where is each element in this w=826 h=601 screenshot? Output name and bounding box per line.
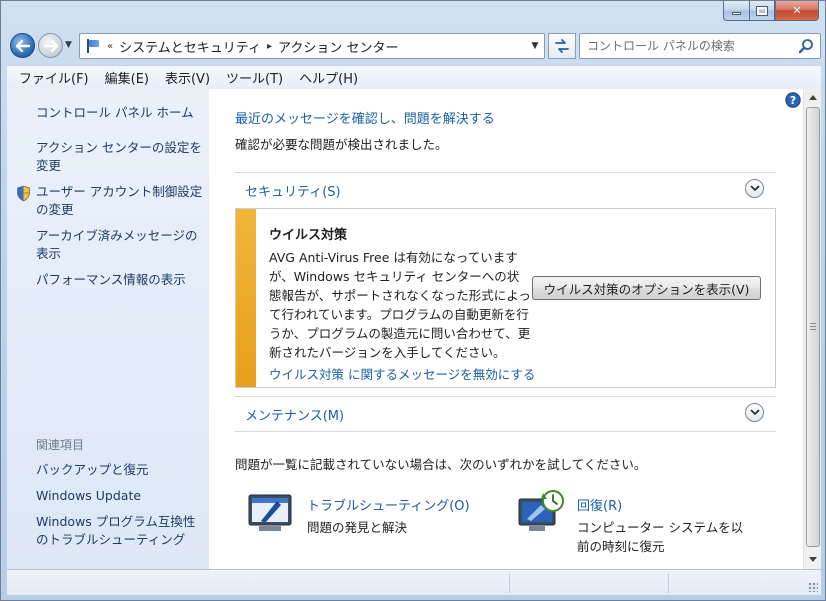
sidebar-related-heading: 関連項目 <box>36 438 85 452</box>
maximize-button[interactable] <box>749 1 775 21</box>
minimize-button[interactable] <box>723 1 749 21</box>
security-collapse-chevron-icon[interactable] <box>745 179 764 198</box>
security-section-label[interactable]: セキュリティ(S) <box>245 181 341 200</box>
sidebar-link-backup-restore[interactable]: バックアップと復元 <box>36 461 206 479</box>
menu-help[interactable]: ヘルプ(H) <box>291 68 366 87</box>
disable-antivirus-messages-link[interactable]: ウイルス対策 に関するメッセージを無効にする <box>269 364 535 383</box>
section-divider <box>235 431 776 432</box>
troubleshooting-monitor-icon <box>248 494 292 531</box>
window-frame: ✕ ▼ « システムとセキュリティ ▸ アクション センター ▼ コントロール … <box>0 0 826 601</box>
maintenance-section-header[interactable]: メンテナンス(M) <box>235 396 776 428</box>
refresh-icon <box>555 39 569 53</box>
recovery-monitor-clock-icon <box>518 490 564 531</box>
sidebar-link-performance-info[interactable]: パフォーマンス情報の表示 <box>36 271 206 289</box>
menu-edit[interactable]: 編集(E) <box>97 68 157 87</box>
scroll-down-button[interactable] <box>805 551 821 568</box>
main-panel: 最近のメッセージを確認し、問題を解決する 確認が必要な問題が検出されました。 セ… <box>209 89 803 569</box>
minimize-icon <box>732 12 741 15</box>
maintenance-section-label[interactable]: メンテナンス(M) <box>245 405 344 424</box>
breadcrumb-overflow[interactable]: « <box>107 41 113 52</box>
address-bar[interactable]: « システムとセキュリティ ▸ アクション センター ▼ <box>79 33 545 59</box>
page-title-link[interactable]: 最近のメッセージを確認し、問題を解決する <box>235 108 495 127</box>
back-button[interactable] <box>10 33 35 58</box>
breadcrumb-system-security[interactable]: システムとセキュリティ <box>119 37 261 56</box>
thumb-grip <box>810 323 816 330</box>
recovery-link[interactable]: 回復(R) <box>577 495 622 514</box>
address-dropdown-icon[interactable]: ▼ <box>526 41 544 51</box>
page-subtitle: 確認が必要な問題が検出されました。 <box>235 137 448 152</box>
alert-body: AVG Anti-Virus Free は有効になっていますが、Windows … <box>269 250 531 360</box>
back-arrow-icon <box>15 39 30 52</box>
maximize-icon <box>756 5 768 16</box>
sidebar-link-program-compatibility[interactable]: Windows プログラム互換性のトラブルシューティング <box>36 513 206 549</box>
sidebar-link-control-panel-home[interactable]: コントロール パネル ホーム <box>36 104 206 122</box>
alert-title: ウイルス対策 <box>269 228 348 243</box>
forward-button[interactable] <box>38 33 63 58</box>
close-button[interactable]: ✕ <box>775 1 819 21</box>
forward-arrow-icon <box>43 39 58 52</box>
resize-grip[interactable] <box>808 582 818 592</box>
search-input[interactable] <box>587 39 787 53</box>
search-icon[interactable] <box>798 38 814 54</box>
sidebar: コントロール パネル ホーム アクション センターの設定を変更 ユーザー アカウ… <box>7 89 209 569</box>
troubleshooting-description: 問題の発見と解決 <box>307 520 408 535</box>
virus-protection-alert: ウイルス対策 AVG Anti-Virus Free は有効になっていますが、W… <box>235 208 776 388</box>
view-antivirus-options-button[interactable]: ウイルス対策のオプションを表示(V) <box>532 276 761 300</box>
scroll-up-button[interactable] <box>805 89 821 106</box>
menu-file[interactable]: ファイル(F) <box>11 68 97 87</box>
status-segment <box>668 573 669 593</box>
vertical-scrollbar[interactable] <box>803 89 821 569</box>
navigation-bar: ▼ « システムとセキュリティ ▸ アクション センター ▼ <box>7 31 821 61</box>
refresh-button[interactable] <box>548 33 576 59</box>
alert-severity-stripe <box>236 209 256 387</box>
menu-bar: ファイル(F) 編集(E) 表示(V) ツール(T) ヘルプ(H) <box>7 65 821 89</box>
content-area: コントロール パネル ホーム アクション センターの設定を変更 ユーザー アカウ… <box>7 89 821 569</box>
menu-tools[interactable]: ツール(T) <box>218 68 291 87</box>
maintenance-expand-chevron-icon[interactable] <box>745 403 764 422</box>
recent-pages-chevron-down-icon[interactable]: ▼ <box>65 40 72 50</box>
scrollbar-thumb[interactable] <box>806 107 820 547</box>
status-bar <box>7 569 821 595</box>
search-box[interactable] <box>579 33 821 59</box>
security-section-header[interactable]: セキュリティ(S) <box>235 172 776 204</box>
troubleshooting-link[interactable]: トラブルシューティング(O) <box>307 495 470 514</box>
help-icon[interactable]: ? <box>785 92 801 108</box>
close-icon: ✕ <box>792 4 802 17</box>
alternatives-hint: 問題が一覧に記載されていない場合は、次のいずれかを試してください。 <box>235 457 647 472</box>
status-segment <box>509 573 510 593</box>
sidebar-link-uac-settings[interactable]: ユーザー アカウント制御設定の変更 <box>36 183 206 219</box>
breadcrumb-action-center[interactable]: アクション センター <box>278 37 398 56</box>
sidebar-link-windows-update[interactable]: Windows Update <box>36 487 206 505</box>
sidebar-link-change-action-center-settings[interactable]: アクション センターの設定を変更 <box>36 139 206 175</box>
uac-shield-icon <box>17 185 30 202</box>
menu-view[interactable]: 表示(V) <box>157 68 218 87</box>
svg-text:?: ? <box>790 94 796 107</box>
control-panel-flag-icon <box>85 39 101 53</box>
sidebar-link-archived-messages[interactable]: アーカイブ済みメッセージの表示 <box>36 227 206 263</box>
caption-buttons: ✕ <box>723 1 819 21</box>
recovery-description: コンピューター システムを以前の時刻に復元 <box>577 520 744 554</box>
breadcrumb-separator-icon[interactable]: ▸ <box>267 41 272 52</box>
